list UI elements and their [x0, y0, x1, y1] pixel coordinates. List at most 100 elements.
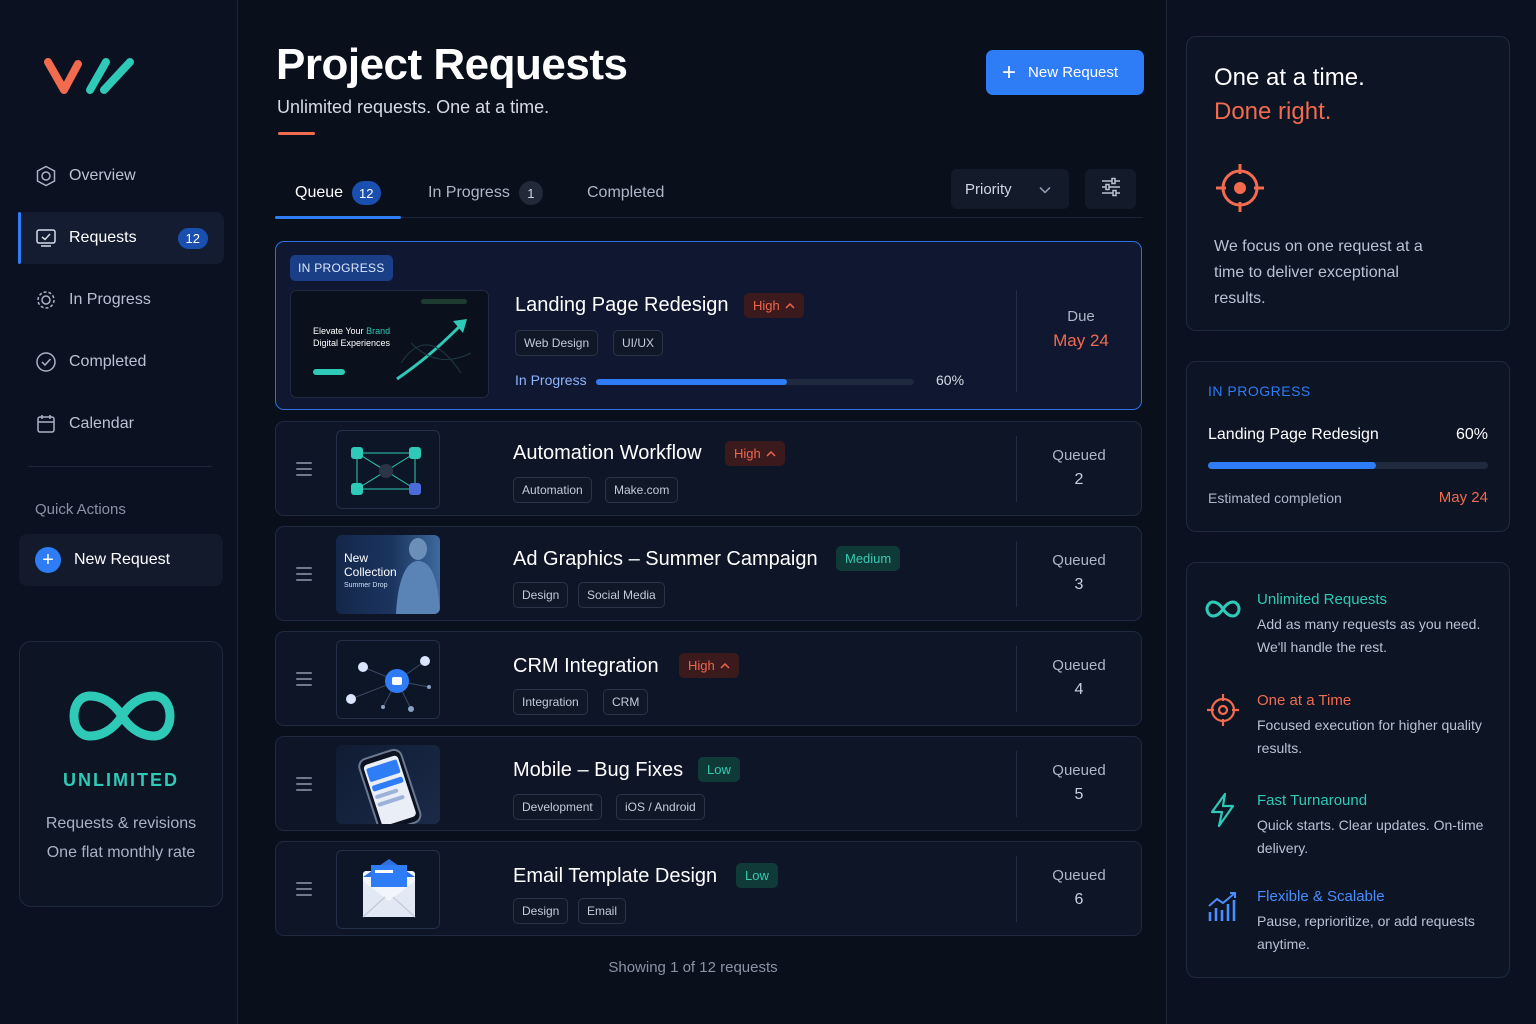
sidebar-item-label: Requests — [69, 229, 137, 246]
sidebar-nav: Overview Requests 12 In Progress Complet… — [18, 150, 224, 460]
target-icon — [1207, 694, 1239, 726]
drag-handle-icon[interactable] — [296, 567, 312, 585]
tab-label: Completed — [587, 184, 665, 201]
tab-count-badge: 12 — [352, 181, 381, 205]
unlimited-line-1: Requests & revisions — [45, 815, 197, 832]
priority-sort-label: Priority — [965, 180, 1012, 198]
tab-label: Queue — [295, 184, 344, 201]
unlimited-card: UNLIMITED Requests & revisions One flat … — [19, 641, 223, 907]
feature-description: Focused execution for higher quality res… — [1257, 717, 1482, 756]
feature-title: Fast Turnaround — [1257, 792, 1368, 809]
feature-title: One at a Time — [1257, 692, 1352, 709]
sliders-icon — [1100, 177, 1122, 202]
sidebar-item-requests[interactable]: Requests 12 — [18, 212, 224, 264]
due-date: May 24 — [1053, 331, 1109, 350]
focus-hero-card: One at a time. Done right. We focus on o… — [1186, 36, 1510, 331]
queue-status: Queued — [1052, 552, 1106, 569]
check-circle-icon — [35, 351, 57, 373]
drag-handle-icon[interactable] — [296, 672, 312, 690]
sidebar-item-completed[interactable]: Completed — [18, 336, 224, 388]
calendar-icon — [35, 413, 57, 435]
unlimited-title: UNLIMITED — [63, 770, 179, 790]
hero-body: We focus on one request at a time to del… — [1214, 238, 1423, 307]
priority-label: Low — [745, 868, 769, 883]
ad-graphics-thumbnail: New Collection Summer Drop — [336, 535, 440, 614]
priority-label: High — [734, 446, 761, 461]
queue-status: Queued — [1052, 447, 1106, 464]
progress-fill — [596, 379, 787, 385]
request-title: Mobile – Bug Fixes — [513, 759, 684, 781]
tag: Integration — [513, 689, 588, 715]
features-card: Unlimited Requests Add as many requests … — [1186, 562, 1510, 978]
in-progress-badge: IN PROGRESS — [290, 255, 393, 281]
thumb-text: Digital Experiences — [313, 338, 391, 348]
queue-position: 5 — [1074, 786, 1084, 803]
drag-handle-icon[interactable] — [296, 882, 312, 900]
card-divider — [1016, 646, 1017, 712]
page-subtitle: Unlimited requests. One at a time. — [277, 97, 550, 117]
lightning-icon — [1210, 792, 1235, 828]
sidebar: Overview Requests 12 In Progress Complet… — [0, 0, 238, 1024]
hero-title-line-2: Done right. — [1214, 98, 1332, 125]
sidebar-item-label: Overview — [69, 167, 136, 184]
tag: Make.com — [605, 477, 679, 503]
priority-badge-high: High — [725, 441, 785, 466]
queue-card-automation-workflow[interactable]: Automation Workflow High Automation Make… — [275, 421, 1142, 516]
tag: Social Media — [578, 582, 665, 608]
queue-card-mobile-bug-fixes[interactable]: Mobile – Bug Fixes Low Development iOS /… — [275, 736, 1142, 831]
queue-card-email-template[interactable]: Email Template Design Low Design Email Q… — [275, 841, 1142, 936]
priority-badge-medium: Medium — [836, 546, 901, 571]
title-accent-bar — [278, 132, 315, 135]
tab-queue[interactable]: Queue 12 — [275, 168, 401, 219]
tab-in-progress[interactable]: In Progress 1 — [428, 168, 543, 218]
card-divider — [1016, 751, 1017, 817]
quick-new-request-label: New Request — [74, 551, 171, 568]
thumb-text: Collection — [344, 565, 397, 579]
drag-handle-icon[interactable] — [296, 462, 312, 480]
estimated-completion-label: Estimated completion — [1208, 490, 1342, 506]
priority-badge-low: Low — [736, 863, 778, 888]
brand-logo[interactable] — [44, 54, 136, 103]
priority-label: Medium — [845, 551, 892, 566]
queue-position: 4 — [1074, 681, 1084, 698]
tag: Development — [513, 794, 602, 820]
chevron-up-icon — [766, 450, 776, 457]
progress-label: In Progress — [515, 372, 587, 388]
priority-sort-dropdown[interactable]: Priority — [951, 169, 1069, 209]
tag: Web Design — [515, 330, 599, 356]
feature-title: Unlimited Requests — [1257, 591, 1388, 608]
sidebar-item-label: Completed — [69, 353, 147, 370]
queue-card-crm-integration[interactable]: CRM Integration High Integration CRM Que… — [275, 631, 1142, 726]
right-panel: One at a time. Done right. We focus on o… — [1166, 0, 1536, 1024]
queue-card-ad-graphics[interactable]: New Collection Summer Drop Ad Graphics –… — [275, 526, 1142, 621]
progress-card-request: Landing Page Redesign — [1208, 426, 1379, 443]
crm-thumbnail — [336, 640, 440, 719]
tab-completed[interactable]: Completed — [587, 168, 664, 218]
new-request-button[interactable]: + New Request — [986, 50, 1144, 95]
plus-icon: + — [1002, 58, 1017, 86]
queue-position: 2 — [1074, 471, 1084, 488]
quick-new-request-button[interactable]: + New Request — [19, 534, 223, 586]
queue-position: 3 — [1074, 576, 1084, 593]
current-progress-card: IN PROGRESS Landing Page Redesign 60% Es… — [1186, 361, 1510, 532]
card-divider — [1016, 436, 1017, 502]
chart-icon — [1208, 892, 1236, 921]
sidebar-item-calendar[interactable]: Calendar — [18, 398, 224, 450]
infinity-icon — [69, 691, 175, 741]
filter-button[interactable] — [1085, 169, 1136, 209]
sidebar-item-in-progress[interactable]: In Progress — [18, 274, 224, 326]
drag-handle-icon[interactable] — [296, 777, 312, 795]
priority-badge-low: Low — [698, 757, 740, 782]
unlimited-line-2: One flat monthly rate — [46, 844, 196, 861]
unlimited-subtitle: Requests & revisions One flat monthly ra… — [20, 809, 222, 867]
request-title: Email Template Design — [513, 865, 718, 887]
progress-percent: 60% — [936, 372, 965, 388]
landing-page-thumbnail: Elevate Your Brand Digital Experiences — [290, 290, 489, 398]
chevron-up-icon — [720, 662, 730, 669]
priority-badge-high: High — [744, 293, 804, 318]
tag: CRM — [603, 689, 649, 715]
tag: Automation — [513, 477, 592, 503]
sidebar-item-overview[interactable]: Overview — [18, 150, 224, 202]
progress-card-percent: 60% — [1455, 426, 1488, 443]
featured-request-card[interactable]: IN PROGRESS Elevate Your Brand Digital E… — [275, 241, 1142, 410]
